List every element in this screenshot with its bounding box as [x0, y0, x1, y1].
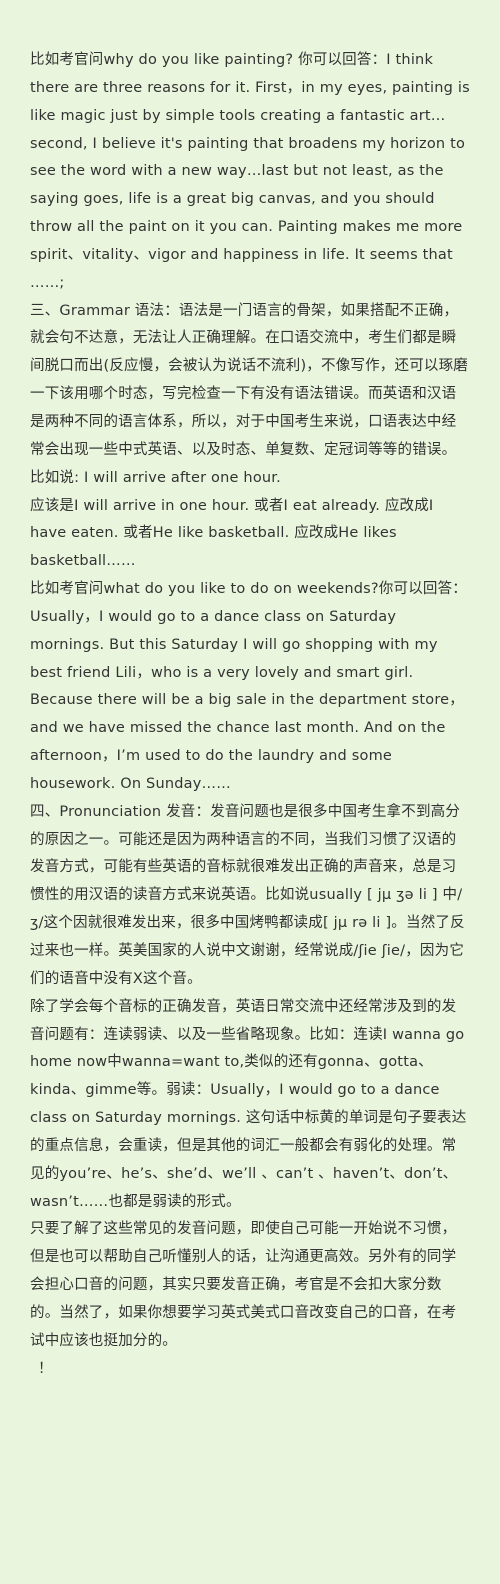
closing-mark: ！	[38, 1360, 53, 1377]
paragraph-grammar: 三、Grammar 语法：语法是一门语言的骨架，如果搭配不正确，就会句不达意，无…	[30, 302, 469, 486]
paragraph-linking-weak-forms: 除了学会每个音标的正确发音，英语日常交流中还经常涉及到的发音问题有：连读弱读、以…	[30, 998, 467, 1210]
paragraph-painting-answer: 比如考官问why do you like painting? 你可以回答：I t…	[30, 52, 470, 291]
page: { "article": { "paragraphs": [ "比如考官问why…	[0, 0, 500, 1584]
paragraph-weekend-answer: 比如考官问what do you like to do on weekends?…	[30, 581, 467, 792]
paragraph-pronunciation: 四、Pronunciation 发音：发音问题也是很多中国考生拿不到高分的原因之…	[30, 803, 465, 987]
paragraph-grammar-examples: 应该是I will arrive in one hour. 或者I eat al…	[30, 497, 434, 570]
article-body: 比如考官问why do you like painting? 你可以回答：I t…	[30, 47, 470, 1384]
paragraph-conclusion: 只要了解了这些常见的发音问题，即使自己可能一开始说不习惯，但是也可以帮助自己听懂…	[30, 1221, 457, 1349]
